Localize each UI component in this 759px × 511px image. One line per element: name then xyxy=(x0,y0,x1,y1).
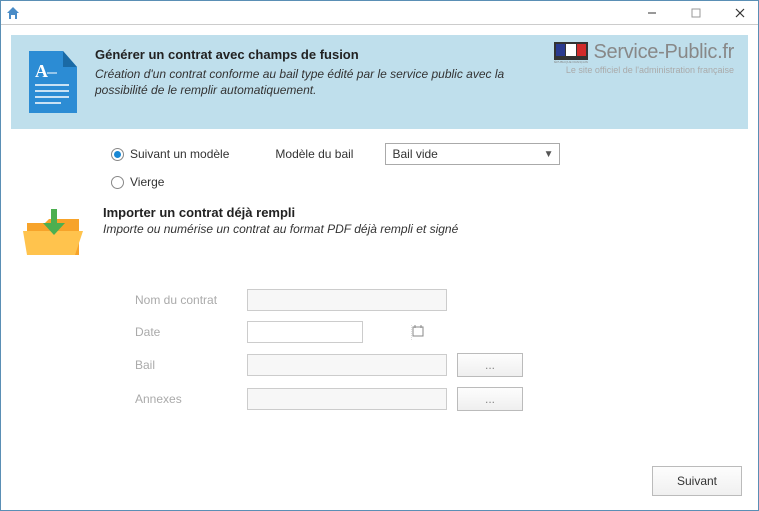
import-title: Importer un contrat déjà rempli xyxy=(103,205,732,220)
import-text: Importer un contrat déjà rempli Importe … xyxy=(103,205,732,236)
radio-model[interactable]: Suivant un modèle xyxy=(111,147,229,161)
radio-blank-label: Vierge xyxy=(130,175,164,189)
svg-text:A: A xyxy=(35,61,48,81)
close-button[interactable] xyxy=(726,3,754,23)
bail-model-dropdown[interactable]: Bail vide ▼ xyxy=(385,143,560,165)
hero-title: Générer un contrat avec champs de fusion xyxy=(95,47,532,62)
row-bail: Bail ... xyxy=(135,353,748,377)
french-emblem-icon: RÉPUBLIQUE FRANÇAISE xyxy=(554,42,588,64)
hero-subtitle: Création d'un contrat conforme au bail t… xyxy=(95,66,532,98)
content: A Générer un contrat avec champs de fusi… xyxy=(1,25,758,411)
radio-model-label: Suivant un modèle xyxy=(130,147,229,161)
home-icon xyxy=(5,5,21,21)
maximize-button[interactable] xyxy=(682,3,710,23)
generate-options-row2: Vierge xyxy=(11,169,748,193)
label-annexes: Annexes xyxy=(135,392,247,406)
dropdown-value: Bail vide xyxy=(392,147,437,161)
date-picker[interactable] xyxy=(247,321,363,343)
titlebar xyxy=(1,1,758,25)
row-annexes: Annexes ... xyxy=(135,387,748,411)
label-contract-name: Nom du contrat xyxy=(135,293,247,307)
import-section: Importer un contrat déjà rempli Importe … xyxy=(11,193,748,261)
document-icon: A xyxy=(27,51,77,113)
hero-banner: A Générer un contrat avec champs de fusi… xyxy=(11,35,748,129)
folder-import-icon xyxy=(23,209,85,261)
window-controls xyxy=(638,3,754,23)
label-date: Date xyxy=(135,325,247,339)
browse-annexes-button[interactable]: ... xyxy=(457,387,523,411)
input-date[interactable] xyxy=(248,322,411,342)
service-public-logo: RÉPUBLIQUE FRANÇAISE Service-Public.fr L… xyxy=(554,41,735,75)
row-date: Date xyxy=(135,321,748,343)
minimize-button[interactable] xyxy=(638,3,666,23)
input-contract-name[interactable] xyxy=(247,289,447,311)
footer: Suivant xyxy=(652,466,742,496)
label-bail: Bail xyxy=(135,358,247,372)
calendar-icon[interactable] xyxy=(411,325,424,340)
radio-blank[interactable]: Vierge xyxy=(111,175,164,189)
browse-bail-button[interactable]: ... xyxy=(457,353,523,377)
generate-options-row: Suivant un modèle Modèle du bail Bail vi… xyxy=(11,129,748,169)
bail-model-label: Modèle du bail xyxy=(275,147,353,161)
radio-dot-icon xyxy=(111,176,124,189)
svg-text:RÉPUBLIQUE FRANÇAISE: RÉPUBLIQUE FRANÇAISE xyxy=(554,59,588,64)
import-form: Nom du contrat Date Bail ... Annexes xyxy=(11,261,748,411)
radio-dot-icon xyxy=(111,148,124,161)
app-window: A Générer un contrat avec champs de fusi… xyxy=(0,0,759,511)
input-bail[interactable] xyxy=(247,354,447,376)
row-contract-name: Nom du contrat xyxy=(135,289,748,311)
titlebar-left xyxy=(5,5,21,21)
logo-tagline: Le site officiel de l'administration fra… xyxy=(554,65,735,75)
logo-text: Service-Public.fr xyxy=(594,41,735,64)
import-subtitle: Importe ou numérise un contrat au format… xyxy=(103,222,732,236)
input-annexes[interactable] xyxy=(247,388,447,410)
next-button[interactable]: Suivant xyxy=(652,466,742,496)
chevron-down-icon: ▼ xyxy=(544,149,554,160)
